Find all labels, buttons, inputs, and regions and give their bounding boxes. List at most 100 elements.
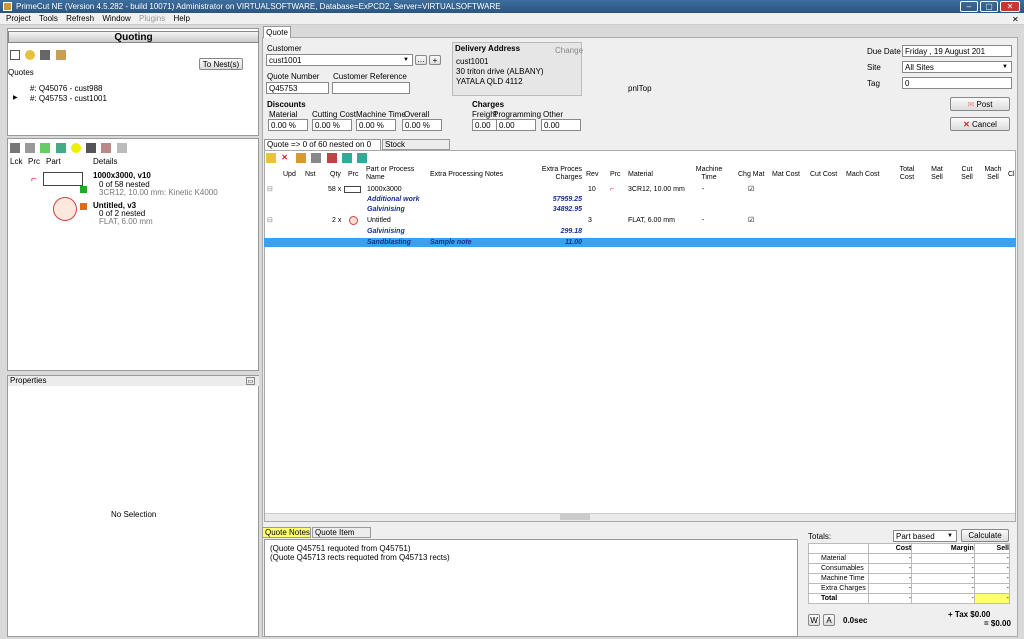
customer-select[interactable]: cust1001 ▼ — [266, 54, 413, 66]
minimize-icon[interactable]: – — [960, 1, 978, 12]
menu-project[interactable]: Project — [6, 14, 31, 23]
tree-expand-icon[interactable]: ⊟ — [267, 216, 273, 225]
browse-button[interactable]: … — [415, 55, 427, 65]
table-row[interactable]: Additional work 57959.25 — [264, 195, 1016, 204]
process-icon[interactable] — [40, 143, 51, 153]
w-button[interactable]: W — [808, 614, 820, 626]
discount-cutting-field[interactable]: 0.00 % — [312, 119, 352, 131]
nest-icon[interactable] — [55, 143, 66, 153]
other-field[interactable]: 0.00 — [541, 119, 581, 131]
process-red-icon: ⌐ — [610, 186, 615, 193]
col-upd: Upd — [283, 171, 296, 178]
title-bar: PrimeCut NE (Version 4.5.282 - build 100… — [0, 0, 1024, 13]
discount-overall-label: Overall — [404, 110, 430, 119]
add-icon[interactable] — [266, 153, 276, 163]
target-icon[interactable] — [70, 143, 81, 153]
table-row[interactable]: ⊟ 58 x 1000x3000 10 ⌐ 3CR12, 10.00 mm - … — [264, 185, 1016, 194]
table-row[interactable]: ⊟ 2 x Untitled 3 FLAT, 6.00 mm - ☑ — [264, 216, 1016, 225]
quote-number-field[interactable]: Q45753 — [266, 82, 329, 94]
tab-quote[interactable]: Quote — [263, 26, 291, 38]
chg-mat-checkbox[interactable]: ☑ — [748, 216, 754, 225]
menu-help[interactable]: Help — [173, 14, 189, 23]
customer-ref-field[interactable] — [332, 82, 410, 94]
part-thumbnail[interactable] — [43, 172, 83, 186]
quote-item[interactable]: #: Q45753 - cust1001 — [30, 94, 107, 103]
database-icon[interactable] — [25, 50, 36, 60]
tree-expand-icon[interactable]: ⊟ — [267, 185, 273, 194]
col-cl: Cl — [1008, 171, 1015, 178]
col-extra-notes: Extra Processing Notes — [430, 171, 504, 178]
discount-overall-field[interactable]: 0.00 % — [402, 119, 442, 131]
tab-quote-item-notes[interactable]: Quote Item Notes — [312, 527, 371, 547]
table-row-selected[interactable]: Sandblasting Sample note 11.00 — [264, 238, 1016, 247]
to-nest-button[interactable]: To Nest(s) — [199, 58, 243, 70]
totals-label: Totals: — [808, 532, 832, 541]
programming-field[interactable]: 0.00 — [496, 119, 536, 131]
edit-icon[interactable] — [296, 153, 307, 163]
import-icon[interactable] — [55, 50, 66, 60]
tag-field[interactable]: 0 — [902, 77, 1012, 89]
export-icon[interactable] — [326, 153, 337, 163]
change-link[interactable]: Change — [555, 46, 583, 55]
site-select[interactable]: All Sites ▼ — [902, 61, 1012, 73]
mdi-close-icon[interactable]: ✕ — [1012, 15, 1019, 24]
tab-stock-requirements[interactable]: Stock Requirements — [382, 139, 450, 159]
menu-refresh[interactable]: Refresh — [66, 14, 94, 23]
col-mach-cost: Mach Cost — [846, 171, 880, 178]
columns-icon[interactable] — [311, 153, 322, 163]
tab-quote-notes[interactable]: Quote Notes — [262, 527, 311, 538]
parts-toolbar — [10, 143, 130, 153]
quote-item[interactable]: #: Q45076 - cust988 — [30, 84, 103, 93]
horizontal-scrollbar[interactable] — [265, 513, 1015, 521]
add-part-icon[interactable] — [10, 143, 20, 153]
chg-mat-checkbox[interactable]: ☑ — [748, 185, 754, 194]
post-button[interactable]: ✉ Post — [950, 97, 1010, 111]
part-thumbnail[interactable] — [53, 197, 77, 221]
scrollbar-thumb[interactable] — [560, 514, 590, 520]
table-row[interactable]: Galvinising 34892.95 — [264, 205, 1016, 214]
tools-icon[interactable] — [116, 143, 127, 153]
total-eq-text: = $0.00 — [984, 619, 1011, 628]
due-date-picker[interactable]: Friday , 19 August 201 — [902, 45, 1012, 57]
row-machine-time: - — [702, 186, 705, 193]
maximize-icon[interactable]: ▢ — [980, 1, 998, 12]
new-icon[interactable] — [10, 50, 20, 60]
calculate-button[interactable]: Calculate — [961, 529, 1009, 542]
cancel-button[interactable]: ✕ Cancel — [950, 117, 1010, 131]
discount-material-field[interactable]: 0.00 % — [268, 119, 308, 131]
discount-machine-label: Machine Time — [356, 110, 406, 119]
expand-icon[interactable] — [341, 153, 352, 163]
menu-plugins[interactable]: Plugins — [139, 14, 165, 23]
collapse-tree-icon[interactable] — [357, 153, 368, 163]
close-icon[interactable]: ✕ — [1000, 1, 1020, 12]
add-customer-button[interactable]: + — [429, 55, 441, 65]
note-line: (Quote Q45713 rects requoted from Q45713… — [270, 553, 450, 562]
totals-mode-select[interactable]: Part based ▼ — [893, 530, 957, 542]
collapse-icon[interactable]: ▭ — [246, 377, 255, 385]
copy-part-icon[interactable] — [25, 143, 36, 153]
col-chg-mat: Chg Mat — [738, 171, 765, 178]
discount-cutting-label: Cutting Cost — [312, 110, 357, 119]
part-name: 1000x3000, v10 — [93, 171, 151, 180]
part-icon[interactable] — [40, 50, 51, 60]
col-part-name: Part or Process Name — [366, 166, 415, 181]
part-spec: 3CR12, 10.00 mm: Kinetic K4000 — [99, 188, 218, 197]
save-icon[interactable] — [86, 143, 97, 153]
customer-ref-label: Customer Reference — [333, 72, 407, 81]
delete-icon[interactable]: ✕ — [281, 153, 288, 162]
quoting-panel — [7, 28, 259, 136]
menu-window[interactable]: Window — [102, 14, 130, 23]
discount-machine-field[interactable]: 0.00 % — [356, 119, 396, 131]
menu-tools[interactable]: Tools — [39, 14, 58, 23]
a-button[interactable]: A — [823, 614, 835, 626]
properties-header: Properties — [8, 376, 259, 386]
col-mat-cost: Mat Cost — [772, 171, 801, 178]
due-date-value: Friday , 19 August 201 — [905, 47, 986, 56]
row-rev: 10 — [588, 186, 596, 193]
tab-quote-grid[interactable]: Quote => 0 of 60 nested on 0 plates — [264, 139, 381, 159]
totals-col-margin: Margin — [911, 543, 975, 554]
print-icon[interactable] — [101, 143, 112, 153]
col-details: Details — [93, 157, 118, 166]
row-name: Untitled — [367, 217, 391, 224]
table-row[interactable]: Galvinising 299.18 — [264, 227, 1016, 236]
